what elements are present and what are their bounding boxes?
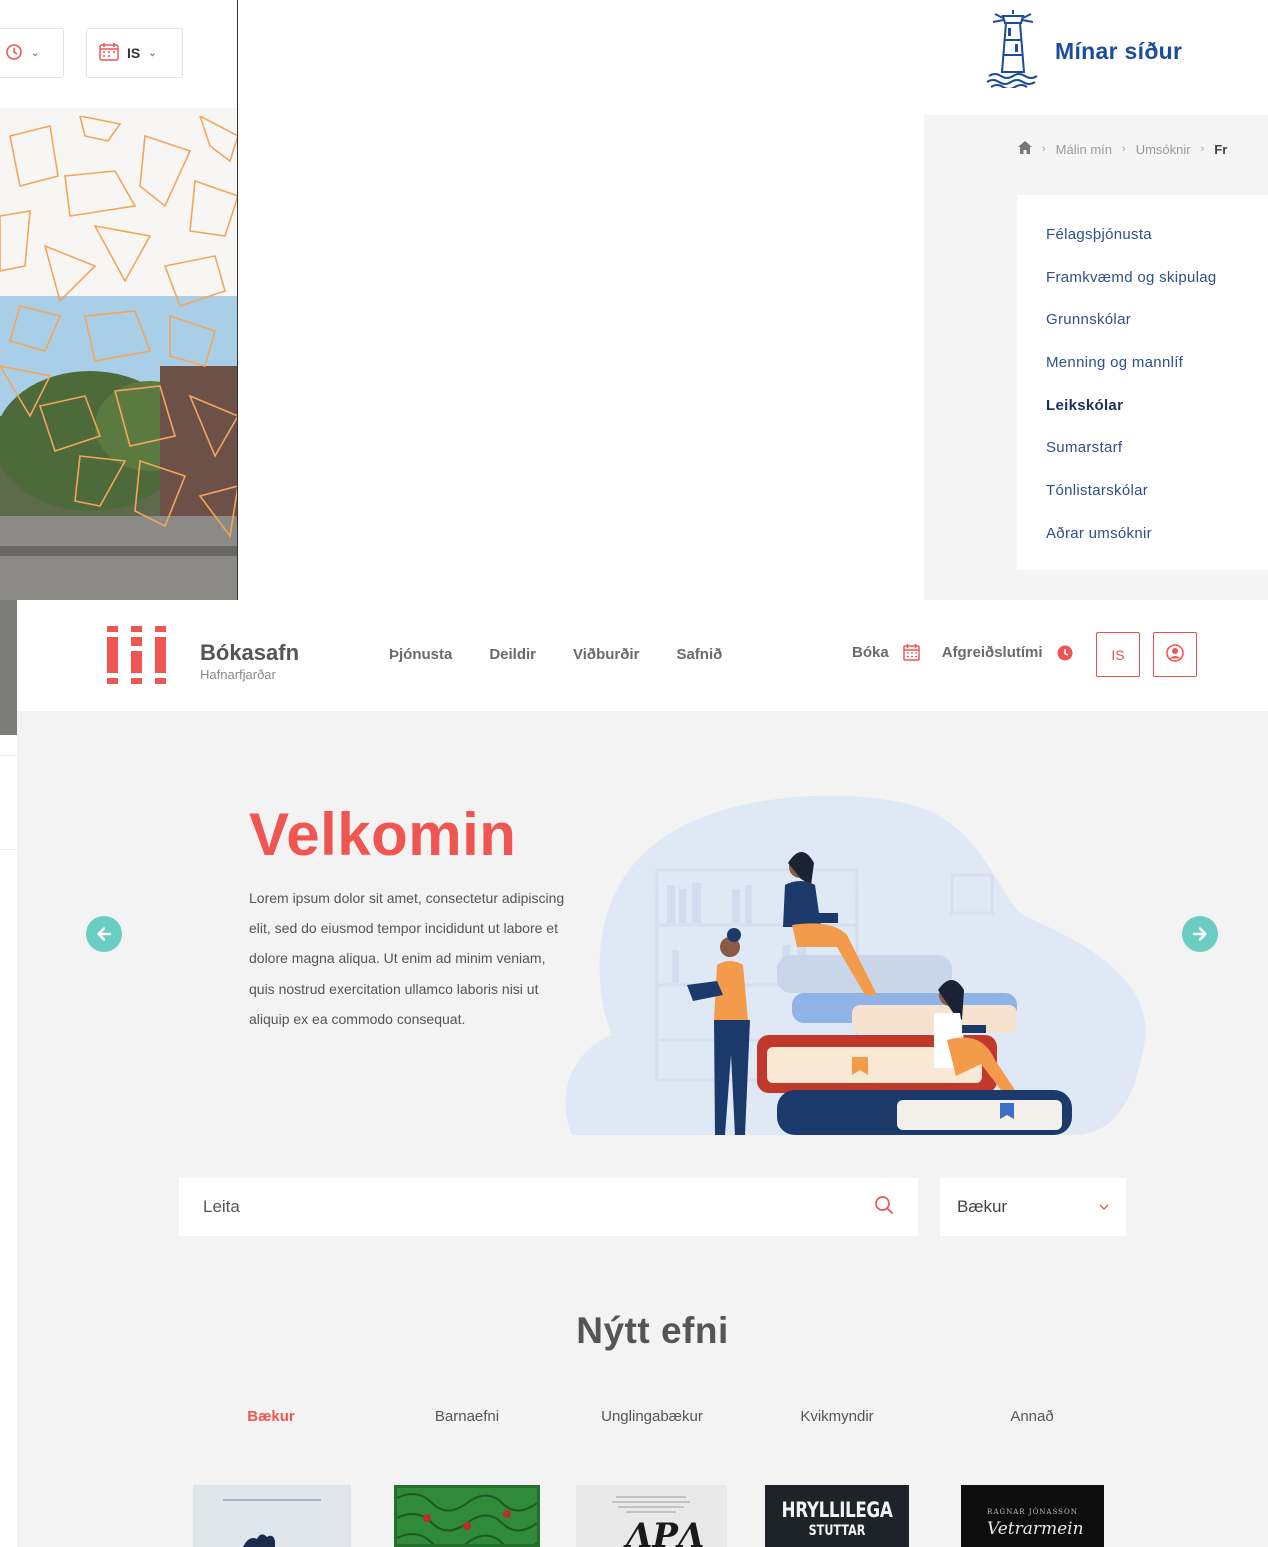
- menu-item-felagsthjonusta[interactable]: Félagsþjónusta: [1017, 213, 1268, 256]
- left-page-fragment: ⌄ IS ⌄: [0, 0, 238, 600]
- collage: ⌄ IS ⌄ Mínar síður › Málin mín › Umsókni…: [0, 0, 1268, 1547]
- user-icon: [1166, 644, 1184, 665]
- chevron-right-icon: ›: [1122, 143, 1126, 155]
- pattern-photo-banner: [0, 116, 237, 600]
- opening-hours-link[interactable]: Afgreiðslutími: [942, 644, 1043, 661]
- hours-dropdown[interactable]: ⌄: [0, 28, 64, 78]
- book-subtitle: STUTTAR: [808, 1523, 866, 1539]
- book-title: HRYLLILEGA: [781, 1498, 893, 1522]
- minar-sidur-header: Mínar síður: [985, 9, 1268, 93]
- nav-vidburdir[interactable]: Viðburðir: [573, 646, 639, 663]
- photo-fragment: [0, 600, 17, 735]
- arrow-left-icon: [97, 927, 112, 941]
- clock-icon: [5, 43, 23, 64]
- book-cover[interactable]: [394, 1485, 540, 1547]
- tab-kvikmyndir[interactable]: Kvikmyndir: [800, 1408, 873, 1425]
- language-dropdown[interactable]: IS ⌄: [86, 28, 183, 78]
- carousel-next-button[interactable]: [1182, 916, 1218, 952]
- book-cover[interactable]: HRYLLILEGA STUTTAR: [765, 1485, 909, 1547]
- reading-illustration: [565, 795, 1146, 1135]
- search-input[interactable]: Leita: [203, 1197, 874, 1217]
- left-page-topbar: ⌄ IS ⌄: [0, 0, 237, 108]
- breadcrumb: › Málin mín › Umsóknir › Fr: [1018, 141, 1227, 157]
- lighthouse-icon: [985, 9, 1041, 93]
- chevron-down-icon: [1099, 1198, 1109, 1216]
- header-utilities: Bóka Afgreiðslutími: [852, 644, 1073, 661]
- chevron-right-icon: ›: [1042, 143, 1046, 155]
- site-title: Mínar síður: [1055, 37, 1183, 64]
- tab-unglingabaekur[interactable]: Unglingabækur: [601, 1408, 703, 1425]
- category-value: Bækur: [957, 1197, 1008, 1216]
- nav-deildir[interactable]: Deildir: [489, 646, 536, 663]
- brand-title: Bókasafn: [200, 640, 300, 665]
- arrow-right-icon: [1192, 927, 1207, 941]
- chevron-right-icon: ›: [1200, 143, 1205, 155]
- menu-item-adrar[interactable]: Aðrar umsóknir: [1017, 512, 1268, 555]
- home-icon[interactable]: [1018, 141, 1032, 157]
- tab-annad[interactable]: Annað: [1010, 1408, 1053, 1425]
- library-homepage: Bókasafn Hafnarfjarðar Þjónusta Deildir …: [17, 600, 1268, 1547]
- nav-thjonusta[interactable]: Þjónusta: [389, 646, 452, 663]
- hero-title: Velkomin: [249, 801, 517, 868]
- book-cover[interactable]: [193, 1485, 351, 1547]
- carousel-prev-button[interactable]: [86, 916, 122, 952]
- breadcrumb-item[interactable]: Umsóknir: [1136, 142, 1191, 157]
- clock-icon[interactable]: [1057, 645, 1073, 661]
- book-link[interactable]: Bóka: [852, 644, 889, 661]
- menu-item-framkvaemd[interactable]: Framkvæmd og skipulag: [1017, 256, 1268, 299]
- book-title: Vetrarmein: [987, 1519, 1084, 1539]
- minar-sidur-panel: › Málin mín › Umsóknir › Fr Félagsþjónus…: [924, 115, 1268, 600]
- calendar-icon: [99, 42, 119, 64]
- category-select[interactable]: Bækur: [940, 1178, 1126, 1236]
- book-cover[interactable]: RAGNAR JÓNASSON Vetrarmein: [961, 1485, 1104, 1547]
- menu-item-leikskolar[interactable]: Leikskólar: [1017, 384, 1268, 427]
- tab-barnaefni[interactable]: Barnaefni: [435, 1408, 499, 1425]
- brand-name[interactable]: Bókasafn Hafnarfjarðar: [200, 640, 299, 682]
- new-content-title: Nýtt efni: [576, 1310, 729, 1351]
- brand-subtitle: Hafnarfjarðar: [200, 667, 276, 682]
- hero-text: Lorem ipsum dolor sit amet, consectetur …: [249, 890, 565, 1027]
- chevron-down-icon: ⌄: [31, 47, 40, 59]
- menu-item-menning[interactable]: Menning og mannlíf: [1017, 341, 1268, 384]
- chevron-down-icon: ⌄: [148, 47, 157, 59]
- menu-item-sumarstarf[interactable]: Sumarstarf: [1017, 426, 1268, 469]
- user-button[interactable]: [1153, 632, 1197, 677]
- site-header: Bókasafn Hafnarfjarðar Þjónusta Deildir …: [17, 600, 1268, 711]
- search-bar[interactable]: Leita: [179, 1178, 918, 1236]
- language-label: IS: [127, 45, 141, 61]
- book-author: RAGNAR JÓNASSON: [987, 1508, 1078, 1516]
- library-logo[interactable]: [107, 626, 167, 684]
- calendar-icon[interactable]: [902, 644, 920, 661]
- main-nav: Þjónusta Deildir Viðburðir Safnið: [389, 646, 722, 663]
- menu-item-grunnskolar[interactable]: Grunnskólar: [1017, 298, 1268, 341]
- search-icon[interactable]: [874, 1195, 894, 1220]
- book-cover[interactable]: ΛΡΛ: [576, 1485, 727, 1547]
- content-tabs: Bækur Barnaefni Unglingabækur Kvikmyndir…: [17, 1408, 1268, 1428]
- breadcrumb-current: Fr: [1214, 141, 1228, 157]
- menu-item-tonlistarskolar[interactable]: Tónlistarskólar: [1017, 469, 1268, 512]
- breadcrumb-item[interactable]: Málin mín: [1056, 142, 1112, 157]
- left-strip-fragment: [0, 600, 17, 1547]
- tab-baekur[interactable]: Bækur: [247, 1408, 295, 1425]
- language-button[interactable]: IS: [1096, 632, 1140, 677]
- svg-text:ΛΡΛ: ΛΡΛ: [623, 1516, 704, 1547]
- card-fragment: [0, 755, 17, 850]
- applications-menu: Félagsþjónusta Framkvæmd og skipulag Gru…: [1017, 195, 1268, 570]
- nav-safnid[interactable]: Safnið: [676, 646, 722, 663]
